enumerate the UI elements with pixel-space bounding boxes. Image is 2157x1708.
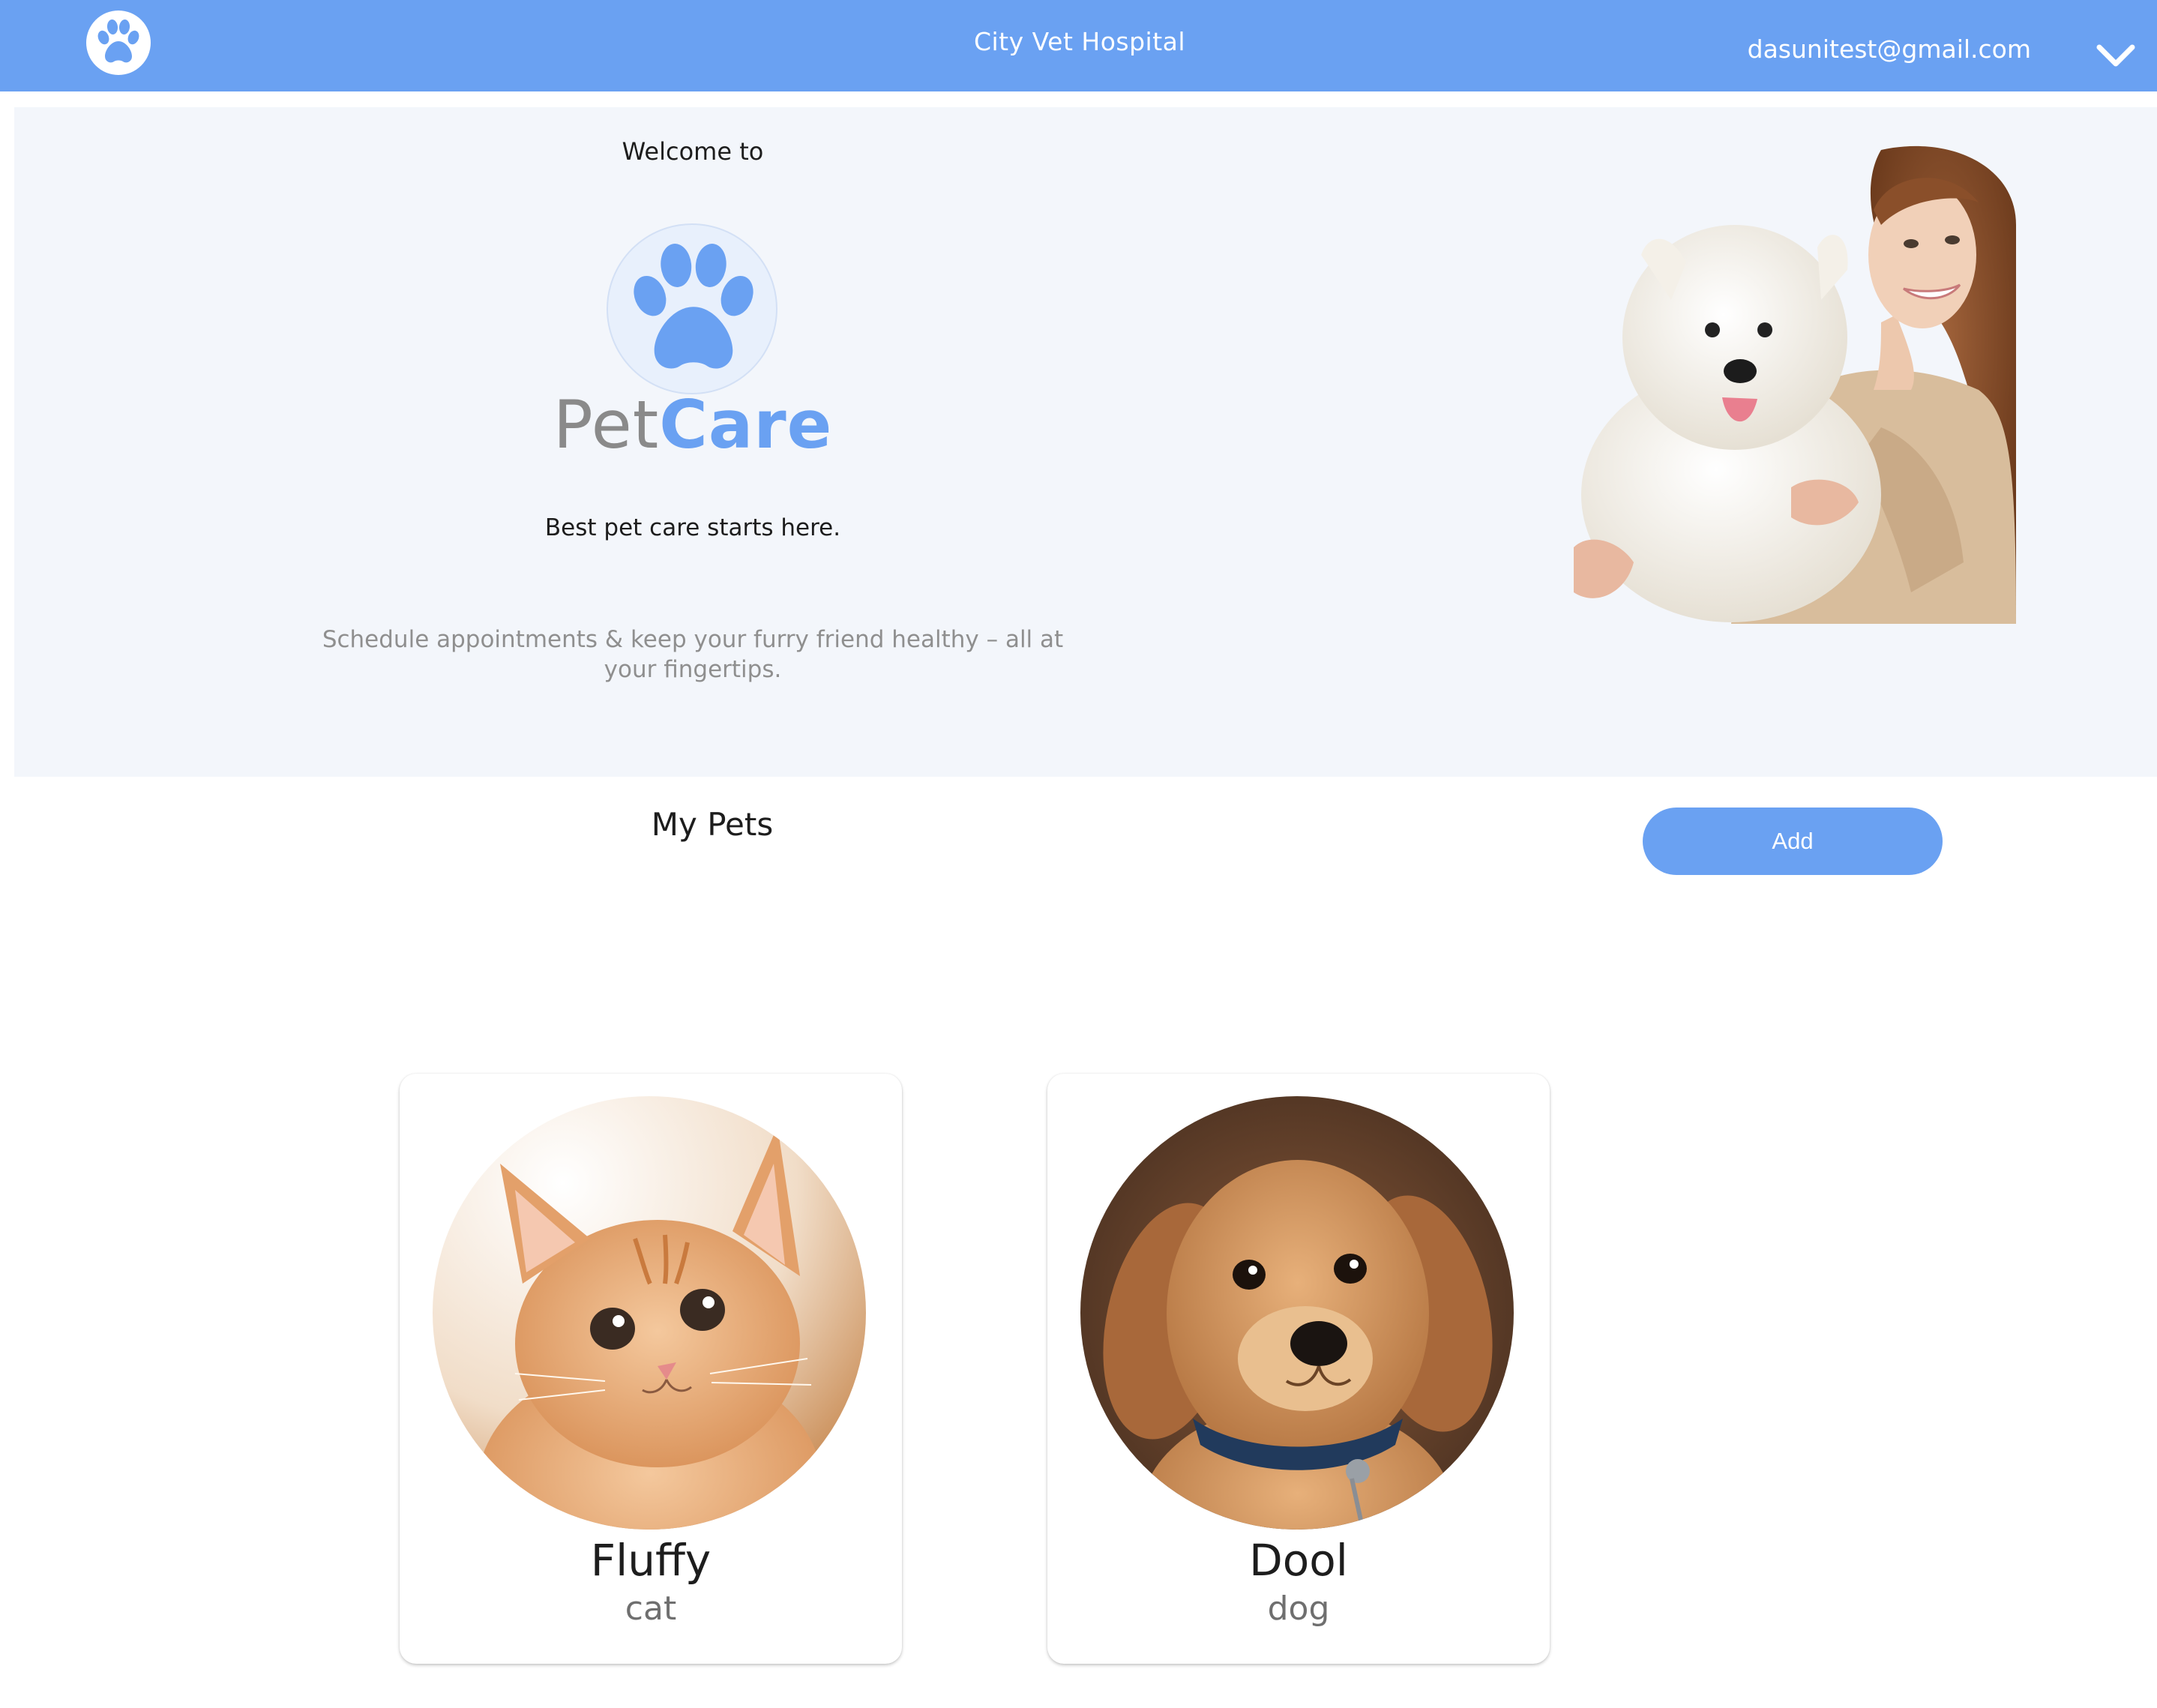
welcome-hero: Welcome to PetCare Best pet care starts … [14,107,2157,777]
hero-tagline: Best pet care starts here. [544,514,841,541]
add-pet-button[interactable]: Add [1643,808,1943,875]
pet-photo-cat [433,1096,866,1530]
top-navigation-bar: City Vet Hospital dasunitest@gmail.com [0,0,2157,91]
pet-photo-dog [1080,1096,1514,1530]
paw-icon [634,243,753,369]
pet-name: Dool [1249,1535,1348,1586]
brand-wordmark-care: Care [659,386,833,463]
pet-card[interactable]: Dool dog [1047,1074,1550,1664]
home-logo-button[interactable] [86,10,151,75]
pet-name: Fluffy [590,1535,712,1586]
woman-holding-dog-photo [1559,142,2016,624]
welcome-text: Welcome to [622,137,764,166]
paw-icon [97,19,139,63]
hospital-name: City Vet Hospital [973,27,1186,56]
chevron-down-icon[interactable] [2096,43,2135,67]
pet-card[interactable]: Fluffy cat [400,1074,902,1664]
petcare-logo [607,223,777,394]
brand-wordmark-pet: Pet [553,386,660,463]
user-email[interactable]: dasunitest@gmail.com [1748,34,2031,64]
hero-description: Schedule appointments & keep your furry … [322,626,1064,683]
brand-wordmark: PetCare [14,392,1371,458]
pet-species: dog [1267,1590,1330,1628]
my-pets-heading: My Pets [651,806,774,843]
pet-species: cat [625,1590,677,1628]
